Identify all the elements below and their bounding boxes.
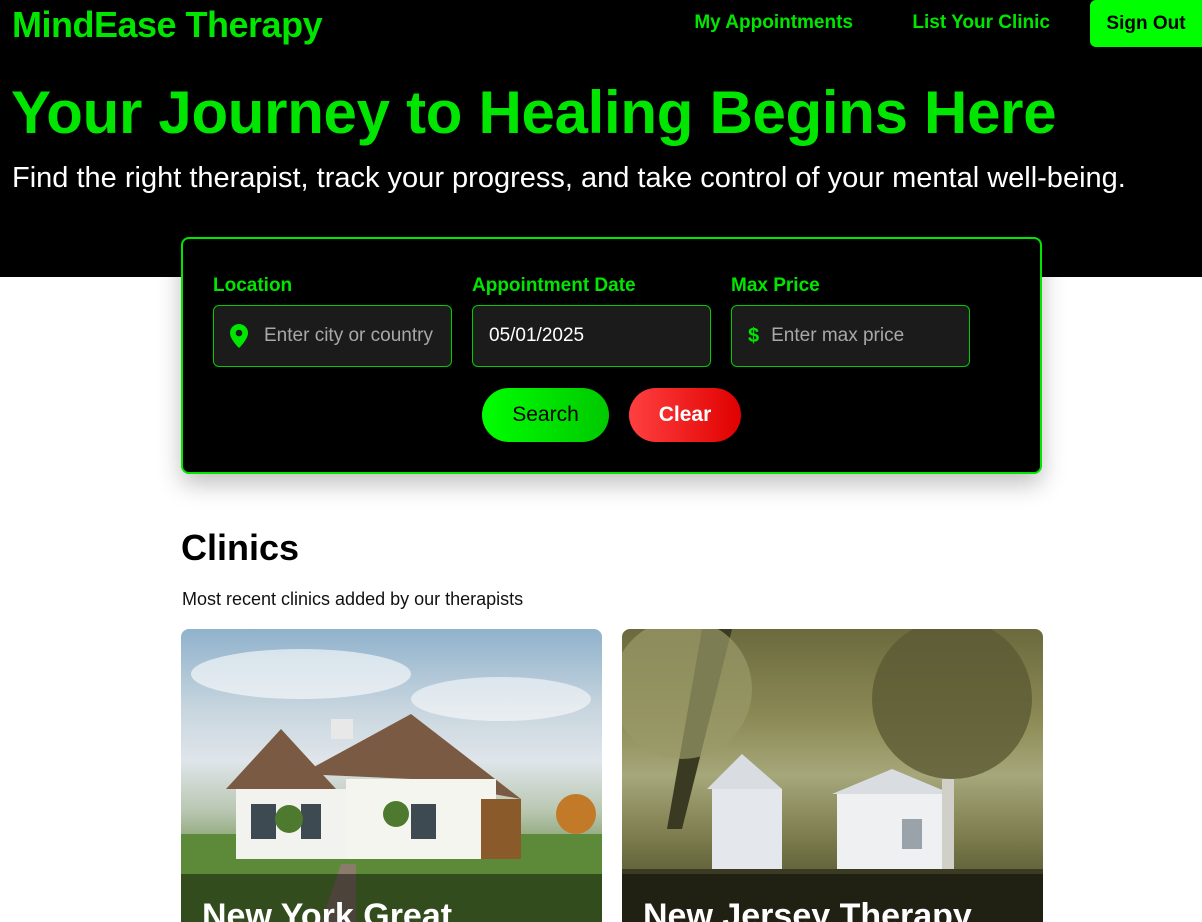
hero-section: MindEase Therapy My Appointments List Yo… xyxy=(0,0,1202,277)
hero-subtitle: Find the right therapist, track your pro… xyxy=(12,162,1126,194)
location-label: Location xyxy=(213,275,293,296)
max-price-label: Max Price xyxy=(731,275,820,296)
max-price-field[interactable]: $ xyxy=(731,305,970,367)
hero-title: Your Journey to Healing Begins Here xyxy=(11,79,1057,146)
search-panel: Location Appointment Date Max Price $ Se… xyxy=(181,237,1042,474)
date-input[interactable] xyxy=(489,325,710,347)
clinic-card[interactable]: New York Great xyxy=(181,629,602,922)
clinics-subtitle: Most recent clinics added by our therapi… xyxy=(182,589,524,609)
max-price-input[interactable] xyxy=(771,325,969,347)
sign-out-button[interactable]: Sign Out xyxy=(1090,0,1202,47)
nav-list-your-clinic[interactable]: List Your Clinic xyxy=(912,12,1050,34)
location-field[interactable] xyxy=(213,305,452,367)
clinic-name: New Jersey Therapy xyxy=(643,897,972,922)
nav-my-appointments[interactable]: My Appointments xyxy=(694,12,853,34)
map-pin-icon xyxy=(230,324,264,348)
clinic-card[interactable]: New Jersey Therapy xyxy=(622,629,1043,922)
dollar-icon: $ xyxy=(748,324,760,347)
brand-logo[interactable]: MindEase Therapy xyxy=(12,4,323,46)
clear-button[interactable]: Clear xyxy=(629,388,741,442)
clinic-name: New York Great xyxy=(202,897,453,922)
clinics-heading: Clinics xyxy=(181,527,300,568)
search-button[interactable]: Search xyxy=(482,388,609,442)
date-label: Appointment Date xyxy=(472,275,636,296)
date-field[interactable] xyxy=(472,305,711,367)
location-input[interactable] xyxy=(264,325,451,347)
